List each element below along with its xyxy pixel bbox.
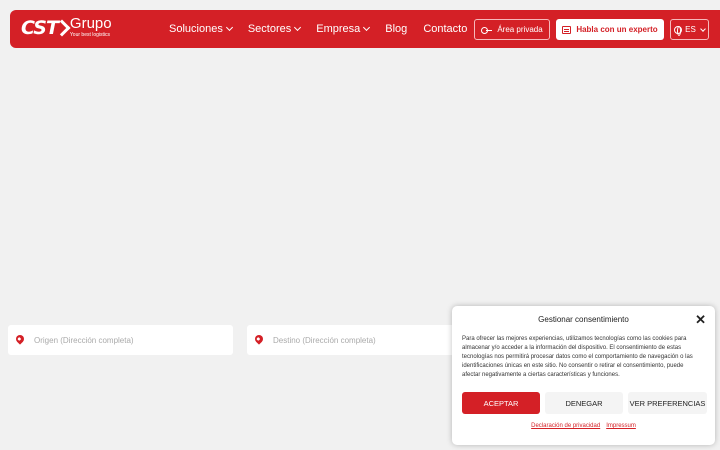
private-area-label: Área privada bbox=[497, 25, 543, 34]
logo-name: Grupo bbox=[69, 15, 112, 32]
nav-item-blog[interactable]: Blog bbox=[385, 21, 407, 37]
deny-button[interactable]: DENEGAR bbox=[545, 392, 623, 414]
close-icon[interactable]: ✕ bbox=[695, 313, 706, 326]
main-nav: Soluciones Sectores Empresa Blog Contact… bbox=[169, 21, 483, 37]
consent-actions: ACEPTAR DENEGAR VER PREFERENCIAS bbox=[462, 392, 707, 414]
consent-links: Declaración de privacidad Impressum bbox=[452, 423, 715, 429]
nav-item-label: Contacto bbox=[423, 23, 468, 35]
talk-to-expert-label: Habla con un experto bbox=[576, 25, 658, 34]
nav-item-soluciones[interactable]: Soluciones bbox=[169, 21, 233, 37]
nav-item-empresa[interactable]: Empresa bbox=[316, 21, 371, 37]
private-area-button[interactable]: Área privada bbox=[474, 19, 550, 40]
company-logo[interactable]: CST Grupo Your best logistics bbox=[21, 16, 113, 44]
nav-item-label: Blog bbox=[385, 23, 408, 35]
logo-tagline: Your best logistics bbox=[69, 32, 111, 38]
origin-field bbox=[8, 325, 233, 355]
accept-button[interactable]: ACEPTAR bbox=[462, 392, 540, 414]
language-selector[interactable]: ES bbox=[670, 19, 709, 40]
nav-item-label: Sectores bbox=[247, 23, 292, 35]
destination-field bbox=[247, 325, 457, 355]
location-pin-icon bbox=[253, 333, 265, 345]
impressum-link[interactable]: Impressum bbox=[606, 423, 636, 429]
globe-icon bbox=[674, 25, 683, 36]
chevron-down-icon bbox=[699, 25, 706, 32]
dialog-title: Gestionar consentimiento bbox=[538, 315, 629, 324]
logo-brand: CST bbox=[21, 17, 59, 39]
chat-icon bbox=[562, 25, 572, 34]
chevron-down-icon bbox=[225, 23, 233, 32]
consent-text: Para ofrecer las mejores experiencias, u… bbox=[462, 336, 693, 378]
language-label: ES bbox=[685, 25, 696, 34]
privacy-statement-link[interactable]: Declaración de privacidad bbox=[531, 423, 600, 429]
site-header: CST Grupo Your best logistics Soluciones… bbox=[10, 10, 720, 48]
key-icon bbox=[481, 26, 493, 34]
nav-item-label: Empresa bbox=[316, 23, 361, 35]
destination-input[interactable] bbox=[273, 335, 453, 345]
location-pin-icon bbox=[14, 333, 26, 345]
chevron-down-icon bbox=[363, 23, 371, 32]
nav-item-label: Soluciones bbox=[169, 23, 223, 35]
origin-input[interactable] bbox=[34, 335, 214, 345]
nav-item-contacto[interactable]: Contacto bbox=[423, 21, 467, 37]
nav-item-sectores[interactable]: Sectores bbox=[247, 21, 302, 37]
view-preferences-button[interactable]: VER PREFERENCIAS bbox=[628, 392, 707, 414]
cookie-consent-dialog: Gestionar consentimiento ✕ Para ofrecer … bbox=[452, 306, 715, 445]
chevron-down-icon bbox=[294, 23, 302, 32]
talk-to-expert-button[interactable]: Habla con un experto bbox=[556, 19, 664, 40]
